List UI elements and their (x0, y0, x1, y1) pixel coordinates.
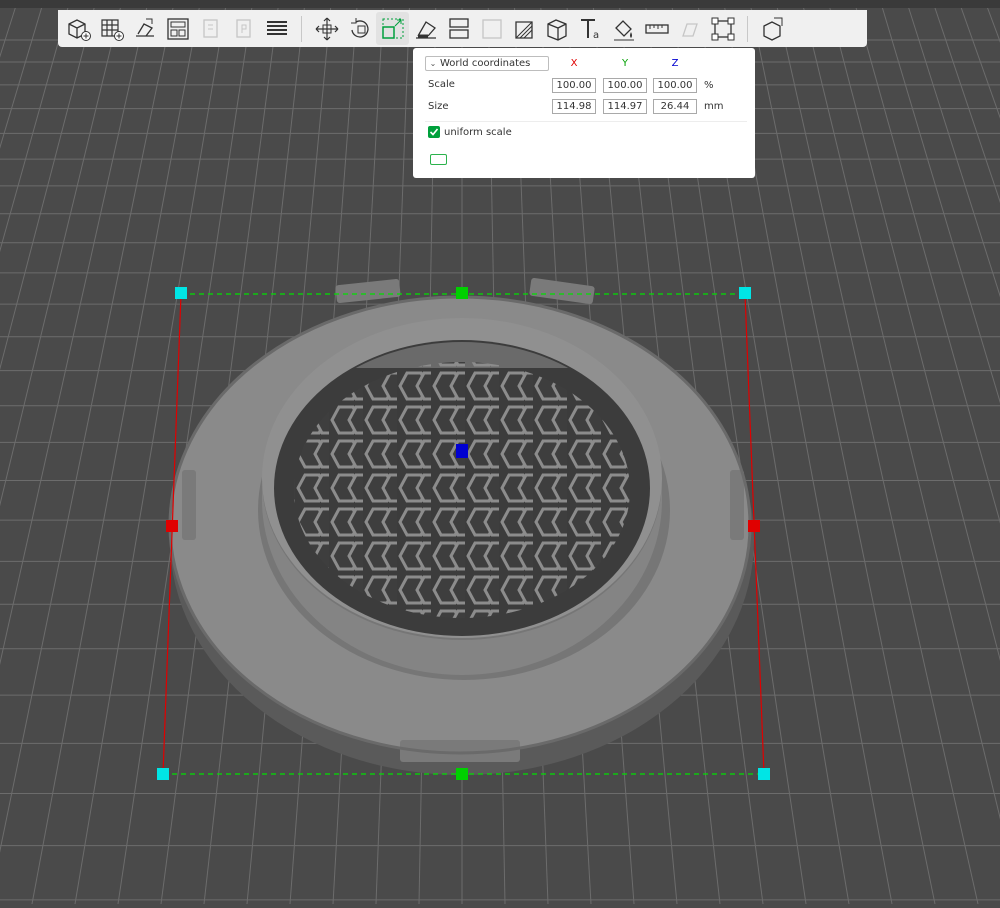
uniform-scale-checkbox[interactable] (428, 126, 440, 138)
scale-x-input[interactable]: 100.00 (552, 78, 596, 93)
layers-icon[interactable] (260, 12, 293, 45)
corner-handle-top-right (739, 287, 751, 299)
size-x-input[interactable]: 114.98 (552, 99, 596, 114)
scale-panel: ⌄ World coordinates X Y Z Scale 100.00 1… (413, 48, 755, 178)
top-toolbar: a (58, 10, 867, 47)
size-unit: mm (704, 101, 724, 112)
add-object-icon[interactable] (62, 12, 95, 45)
y-handle-top (456, 287, 468, 299)
scale-y-input[interactable]: 100.00 (603, 78, 647, 93)
scale-unit: % (704, 80, 714, 91)
arrange-icon[interactable] (161, 12, 194, 45)
add-plate-icon[interactable] (95, 12, 128, 45)
size-z-input[interactable]: 26.44 (653, 99, 697, 114)
uniform-scale-option[interactable]: uniform scale (428, 126, 512, 138)
split-icon (475, 12, 508, 45)
size-label: Size (428, 101, 449, 112)
measure-icon[interactable] (640, 12, 673, 45)
keyboard-icon[interactable] (430, 154, 447, 165)
assembly-view-icon[interactable] (756, 12, 789, 45)
toolbar-separator (301, 15, 302, 42)
top-strip (0, 0, 1000, 8)
x-handle-right (748, 520, 760, 532)
uniform-scale-label: uniform scale (444, 126, 512, 138)
color-paint-icon[interactable] (607, 12, 640, 45)
paste-icon (227, 12, 260, 45)
axis-z-label: Z (671, 58, 679, 69)
seam-paint-icon[interactable] (541, 12, 574, 45)
axis-y-label: Y (621, 58, 629, 69)
scale-label: Scale (428, 79, 455, 90)
lay-on-face-icon[interactable] (409, 12, 442, 45)
corner-handle-bottom-left (157, 768, 169, 780)
axis-x-label: X (570, 58, 578, 69)
text-icon[interactable]: a (574, 12, 607, 45)
coordinate-system-value: World coordinates (440, 58, 531, 69)
cut-icon[interactable] (442, 12, 475, 45)
scale-z-input[interactable]: 100.00 (653, 78, 697, 93)
auto-orient-icon[interactable] (128, 12, 161, 45)
corner-handle-top-left (175, 287, 187, 299)
assembly-icon[interactable] (706, 12, 739, 45)
support-paint-icon[interactable] (508, 12, 541, 45)
toolbar-separator (747, 15, 748, 42)
model-object[interactable] (168, 278, 754, 775)
brim-ears-icon (673, 12, 706, 45)
coordinate-system-dropdown[interactable]: ⌄ World coordinates (425, 56, 549, 71)
panel-divider (425, 121, 747, 122)
svg-text:a: a (593, 30, 599, 41)
rotate-icon[interactable] (343, 12, 376, 45)
y-handle-bottom (456, 768, 468, 780)
z-handle-center (456, 444, 468, 458)
scale-icon[interactable] (376, 12, 409, 45)
size-y-input[interactable]: 114.97 (603, 99, 647, 114)
copy-icon (194, 12, 227, 45)
corner-handle-bottom-right (758, 768, 770, 780)
chevron-down-icon: ⌄ (429, 59, 437, 68)
x-handle-left (166, 520, 178, 532)
move-icon[interactable] (310, 12, 343, 45)
